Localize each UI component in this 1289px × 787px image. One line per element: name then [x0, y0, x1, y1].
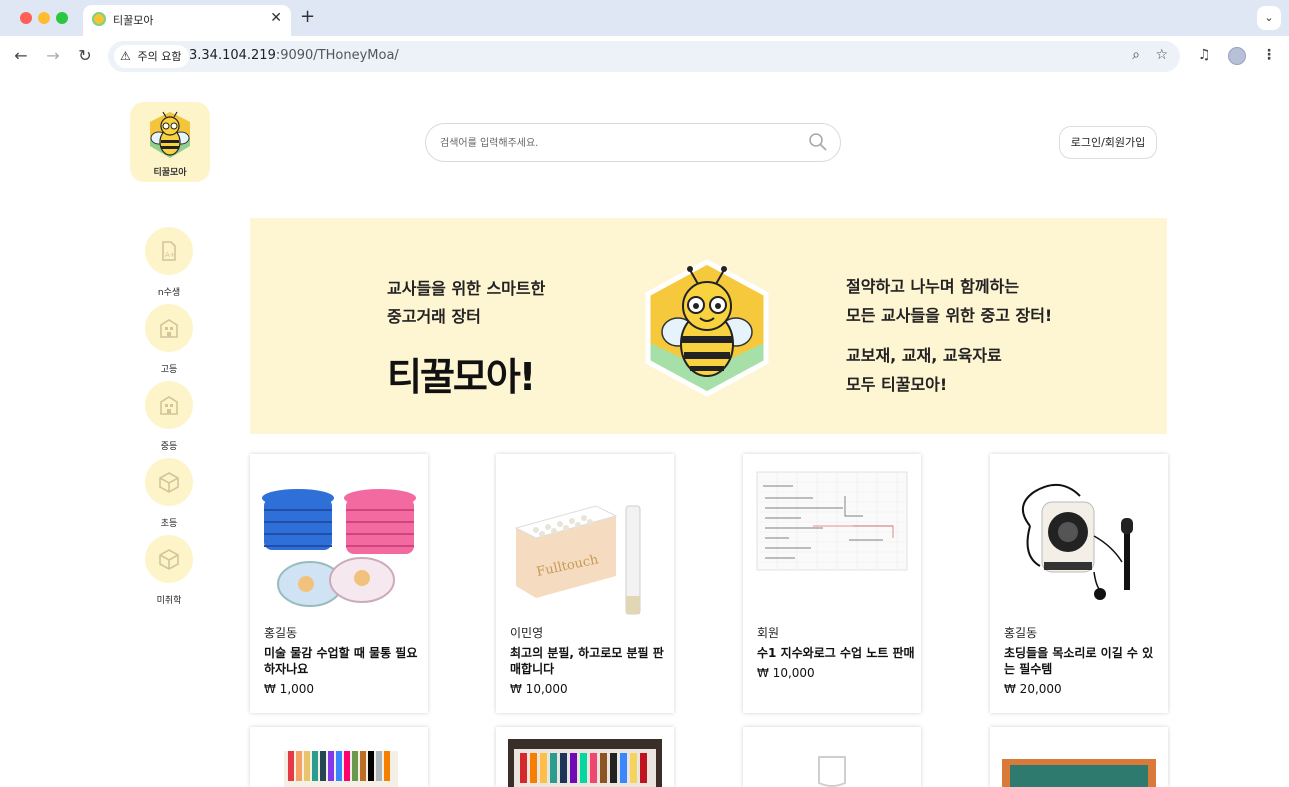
banner-right-text-1: 절약하고 나누며 함께하는 모든 교사들을 위한 중고 장터!: [846, 272, 1052, 330]
search-bar[interactable]: [425, 123, 841, 162]
close-window-button[interactable]: [20, 12, 32, 24]
beaker-photo: [818, 756, 846, 787]
product-card[interactable]: [496, 727, 674, 787]
browser-toolbar: ← → ↻ ⚠ 주의 요함 3.34.104.219:9090/THoneyMo…: [0, 36, 1289, 79]
product-price: ₩ 20,000: [1004, 682, 1062, 696]
side-nav-circle: [145, 304, 193, 352]
url-host: 3.34.104.219: [189, 48, 276, 63]
cube-icon: [159, 472, 179, 493]
minimize-window-button[interactable]: [38, 12, 50, 24]
banner-title: 티꿀모아!: [387, 355, 536, 399]
product-title[interactable]: 최고의 분필, 하고로모 분필 판매합니다: [510, 645, 668, 677]
banner-right-line3: 교보재, 교재, 교육자료: [846, 346, 1002, 365]
browser-tab[interactable]: 티꿀모아 ✕: [83, 5, 291, 36]
search-input[interactable]: [440, 135, 800, 151]
side-nav-circle: A+: [145, 227, 193, 275]
side-nav-circle: [145, 458, 193, 506]
voice-amplifier-photo: [1022, 484, 1133, 600]
paint-set-photo: [508, 739, 662, 787]
document-icon: A+: [162, 241, 176, 261]
product-price: ₩ 1,000: [264, 682, 315, 696]
tab-title: 티꿀모아: [113, 14, 154, 27]
browser-chrome: 티꿀모아 ✕ + ⌄ ← → ↻ ⚠ 주의 요함 3.34.104.219:90…: [0, 0, 1289, 79]
crayon-set-photo: [284, 751, 398, 787]
product-card[interactable]: 홍길동 미술 물감 수업할 때 물통 필요하자나요 ₩ 1,000: [250, 454, 428, 713]
product-title[interactable]: 초딩들을 목소리로 이길 수 있는 필수템: [1004, 645, 1162, 677]
side-nav-label: n수생: [157, 288, 181, 298]
cube-icon: [159, 549, 179, 570]
product-seller: 홍길동: [264, 626, 298, 640]
side-nav-circle: [145, 535, 193, 583]
side-nav-item-high[interactable]: 고등: [145, 304, 193, 375]
product-card[interactable]: 회원 수1 지수와로그 수업 노트 판매 ₩ 10,000: [743, 454, 921, 713]
side-nav-label: 중등: [160, 442, 178, 452]
collapsible-water-cup-photo: [262, 489, 416, 607]
warning-triangle-icon: ⚠: [120, 49, 131, 63]
banner-right-line2: 모든 교사들을 위한 중고 장터!: [846, 306, 1053, 325]
tab-bar: 티꿀모아 ✕ + ⌄: [0, 0, 1289, 36]
side-nav-item-n-student[interactable]: A+ n수생: [145, 227, 193, 298]
banner-right-line4: 모두 티꿀모아!: [846, 375, 948, 394]
bee-favicon-icon: [92, 12, 106, 26]
product-card[interactable]: [990, 727, 1168, 787]
more-menu-icon[interactable]: ⋮: [1262, 47, 1276, 63]
tab-search-chevron-icon[interactable]: ⌄: [1257, 6, 1281, 30]
side-nav-circle: [145, 381, 193, 429]
product-title[interactable]: 미술 물감 수업할 때 물통 필요하자나요: [264, 645, 422, 677]
lecture-note-photo: [756, 471, 908, 571]
product-seller: 홍길동: [1004, 626, 1038, 640]
zoom-icon[interactable]: ⌕: [1132, 47, 1140, 63]
product-seller: 이민영: [510, 626, 544, 640]
product-card[interactable]: Fulltouch 이민영 최고의 분필, 하고로모 분필 판매합니다 ₩ 10…: [496, 454, 674, 713]
board-photo: [1002, 759, 1156, 787]
profile-avatar-icon[interactable]: [1228, 47, 1246, 65]
page-content: 티꿀모아 로그인/회원가입 A+ n수생 고등: [0, 79, 1289, 787]
bee-logo-icon: [150, 111, 190, 158]
building-icon: [160, 319, 178, 338]
bee-mascot-icon: [645, 259, 769, 397]
product-price: ₩ 10,000: [757, 666, 815, 680]
search-icon[interactable]: [808, 132, 828, 152]
close-tab-icon[interactable]: ✕: [270, 10, 282, 26]
product-card[interactable]: [250, 727, 428, 787]
url-path: :9090/THoneyMoa/: [275, 48, 399, 63]
media-control-icon[interactable]: ♫: [1198, 47, 1211, 63]
building-icon: [160, 396, 178, 415]
chalk-box-photo: Fulltouch: [514, 505, 641, 615]
bookmark-star-icon[interactable]: ☆: [1155, 47, 1168, 63]
banner-left-line2: 중고거래 장터: [387, 307, 481, 326]
side-nav-item-elementary[interactable]: 초등: [145, 458, 193, 529]
reload-icon[interactable]: ↻: [74, 46, 96, 65]
hero-banner: 교사들을 위한 스마트한 중고거래 장터 티꿀모아! 절약하고 나누며 함께하는…: [250, 218, 1167, 434]
new-tab-button[interactable]: +: [300, 6, 315, 27]
security-warning-label: 주의 요함: [137, 50, 182, 63]
address-bar[interactable]: ⚠ 주의 요함 3.34.104.219:9090/THoneyMoa/ ⌕ ☆: [108, 41, 1180, 72]
product-card[interactable]: 홍길동 초딩들을 목소리로 이길 수 있는 필수템 ₩ 20,000: [990, 454, 1168, 713]
svg-text:A+: A+: [165, 251, 176, 259]
banner-left-text: 교사들을 위한 스마트한 중고거래 장터: [387, 275, 545, 331]
maximize-window-button[interactable]: [56, 12, 68, 24]
product-title[interactable]: 수1 지수와로그 수업 노트 판매: [757, 645, 915, 661]
banner-left-line1: 교사들을 위한 스마트한: [387, 279, 546, 298]
product-price: ₩ 10,000: [510, 682, 568, 696]
url-text[interactable]: 3.34.104.219:9090/THoneyMoa/: [189, 48, 399, 63]
back-arrow-icon[interactable]: ←: [10, 46, 32, 65]
security-warning-chip[interactable]: ⚠ 주의 요함: [114, 45, 190, 68]
product-seller: 회원: [757, 626, 780, 640]
side-nav-item-preschool[interactable]: 미취학: [145, 535, 193, 606]
banner-right-text-2: 교보재, 교재, 교육자료 모두 티꿀모아!: [846, 341, 1002, 399]
side-nav-label: 초등: [160, 519, 178, 529]
logo-text: 티꿀모아: [153, 168, 187, 178]
login-signup-button[interactable]: 로그인/회원가입: [1059, 126, 1157, 159]
banner-right-line1: 절약하고 나누며 함께하는: [846, 277, 1020, 296]
product-card[interactable]: [743, 727, 921, 787]
site-logo[interactable]: 티꿀모아: [130, 102, 210, 182]
forward-arrow-icon[interactable]: →: [42, 46, 64, 65]
side-nav-label: 미취학: [156, 596, 182, 606]
side-nav-item-middle[interactable]: 중등: [145, 381, 193, 452]
side-nav-label: 고등: [160, 365, 178, 375]
